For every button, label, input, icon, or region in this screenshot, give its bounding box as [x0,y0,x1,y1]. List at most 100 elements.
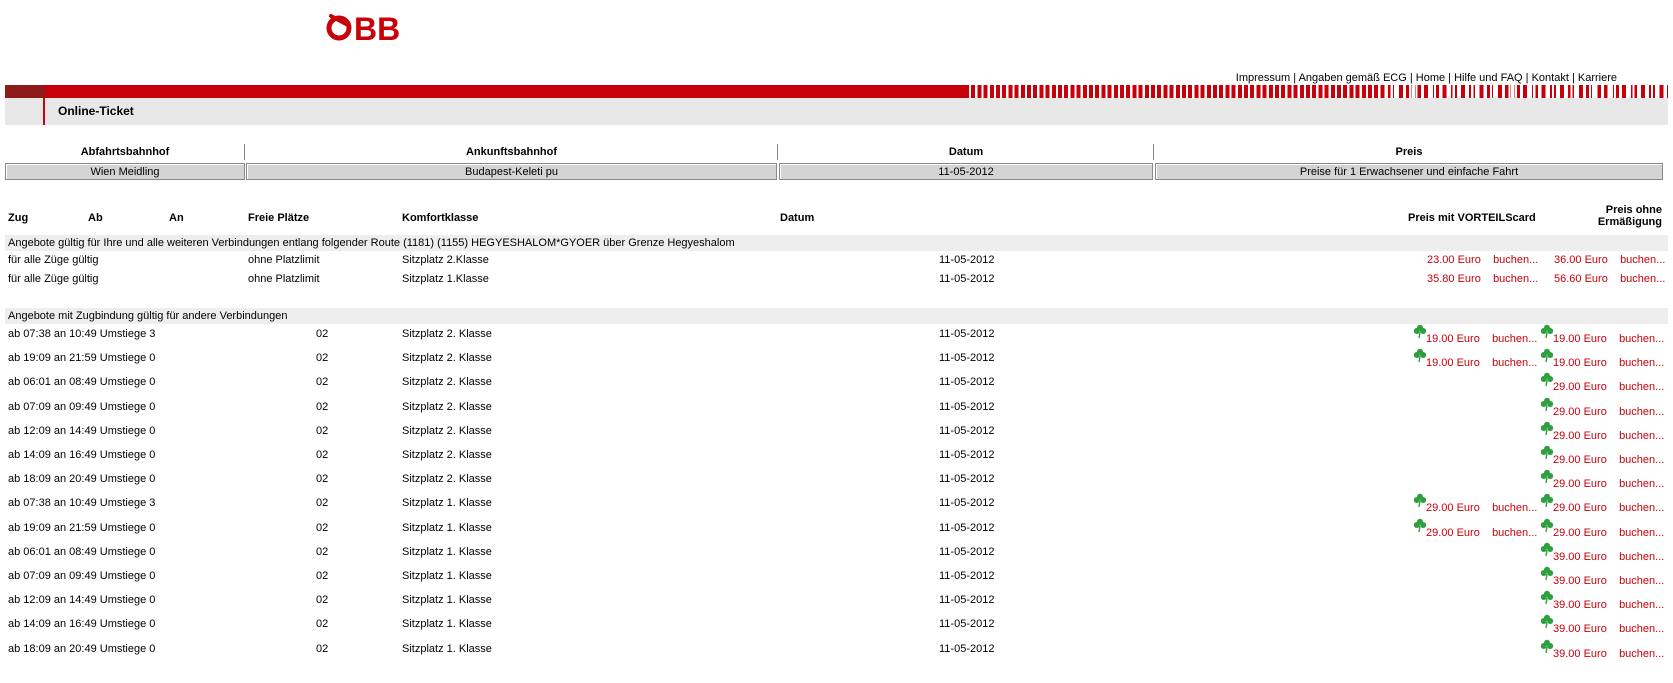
date: 11-05-2012 [939,254,995,266]
header-date: Datum [948,146,984,158]
date: 11-05-2012 [939,570,995,582]
price-standard: 36.00 Euro buchen... [1554,254,1666,266]
price-vorteilscard: 19.00 Euro buchen... [1413,324,1537,345]
date: 11-05-2012 [939,521,995,534]
book-standard-link[interactable]: buchen... [1619,648,1664,660]
clover-icon [1540,518,1554,532]
price-vorteilscard: 29.00 Euro buchen... [1413,494,1537,514]
book-standard-link[interactable]: buchen... [1619,502,1664,514]
train-info: ab 07:38 an 10:49 Umstiege 3 [8,328,156,340]
table-row: ab 07:38 an 10:49 Umstiege 3 02 Sitzplatz … [0,493,1673,515]
book-vorteil-link[interactable]: buchen... [1492,502,1537,514]
date: 11-05-2012 [939,376,995,389]
free-seats: 02 [316,570,329,582]
free-seats: 02 [316,473,329,486]
book-standard-link[interactable]: buchen... [1619,478,1664,490]
book-standard-link[interactable]: buchen... [1619,381,1664,393]
price-standard: 56.60 Euro buchen... [1554,272,1666,285]
link-karriere[interactable]: Karriere [1578,72,1617,84]
price-standard: 39.00 Euro buchen... [1540,566,1664,587]
link-faq[interactable]: Hilfe und FAQ [1454,72,1522,84]
book-standard-link[interactable]: buchen... [1619,527,1664,539]
departure-station[interactable]: Wien Meidling [5,163,245,180]
col-freie-plaetze: Freie Plätze [248,212,310,224]
table-row: ab 14:09 an 16:49 Umstiege 0 02 Sitzplatz … [0,614,1673,636]
comfort-class: Sitzplatz 2. Klasse [402,376,492,389]
clover-icon [1540,421,1554,435]
book-standard-link[interactable]: buchen... [1619,575,1664,587]
free-seats: 02 [316,328,329,340]
link-home[interactable]: Home [1416,72,1445,84]
clover-icon [1540,445,1554,459]
book-standard-link[interactable]: buchen... [1620,273,1665,285]
date: 11-05-2012 [939,352,995,365]
table-row: ab 07:09 an 09:49 Umstiege 0 02 Sitzplatz … [0,397,1673,419]
price-standard: 19.00 Euro buchen... [1540,348,1664,369]
price-standard: 39.00 Euro buchen... [1540,542,1664,563]
comfort-class: Sitzplatz 2. Klasse [402,424,492,437]
link-ecg[interactable]: Angaben gemäß ECG [1299,72,1407,84]
clover-icon [1540,373,1554,387]
book-vorteil-link[interactable]: buchen... [1493,254,1538,266]
train-info: ab 19:09 an 21:59 Umstiege 0 [8,352,156,365]
book-vorteil-link[interactable]: buchen... [1493,273,1538,285]
book-standard-link[interactable]: buchen... [1619,406,1664,418]
book-standard-link[interactable]: buchen... [1619,623,1664,635]
header-price: Preis [1395,146,1423,158]
price-standard: 39.00 Euro buchen... [1540,639,1664,660]
clover-icon [1413,494,1427,508]
table-row: ab 12:09 an 14:49 Umstiege 0 02 Sitzplatz … [0,421,1673,443]
price-standard: 29.00 Euro buchen... [1540,518,1664,539]
book-standard-link[interactable]: buchen... [1619,599,1664,611]
table-row: für alle Züge gültig ohne Platzlimit Sitzp… [0,269,1673,291]
comfort-class: Sitzplatz 2. Klasse [402,400,492,413]
section-train-bound-offers: Angebote mit Zugbindung gültig für ander… [5,308,1668,324]
svg-text:BB: BB [354,11,400,46]
table-row: ab 18:09 an 20:49 Umstiege 0 02 Sitzplatz … [0,469,1673,491]
col-preis-vorteil: Preis mit VORTEILScard [1408,212,1536,224]
book-standard-link[interactable]: buchen... [1620,254,1665,266]
clover-icon [1540,397,1554,411]
book-standard-link[interactable]: buchen... [1619,551,1664,563]
clover-icon [1540,469,1554,484]
date: 11-05-2012 [939,424,995,437]
book-standard-link[interactable]: buchen... [1619,430,1664,442]
table-row: ab 19:09 an 21:59 Umstiege 0 02 Sitzplatz … [0,348,1673,370]
book-standard-link[interactable]: buchen... [1619,333,1664,345]
book-vorteil-link[interactable]: buchen... [1492,357,1537,369]
book-standard-link[interactable]: buchen... [1619,454,1664,466]
top-links: Impressum | Angaben gemäß ECG | Home | H… [1235,72,1617,84]
date: 11-05-2012 [939,545,995,558]
free-seats: 02 [316,400,329,413]
clover-icon [1413,518,1427,532]
comfort-class: Sitzplatz 1. Klasse [402,497,492,510]
col-ab: Ab [88,212,103,224]
col-zug: Zug [8,212,29,224]
clover-icon [1413,348,1427,363]
price-info[interactable]: Preise für 1 Erwachsener und einfache Fa… [1155,163,1663,180]
book-vorteil-link[interactable]: buchen... [1492,527,1537,539]
book-vorteil-link[interactable]: buchen... [1492,333,1537,345]
comfort-class: Sitzplatz 1. Klasse [402,618,492,631]
price-standard: 29.00 Euro buchen... [1540,373,1664,393]
book-standard-link[interactable]: buchen... [1619,357,1664,369]
comfort-class: Sitzplatz 1. Klasse [402,570,492,582]
clover-icon [1413,324,1427,338]
header-departure: Abfahrtsbahnhof [80,146,170,158]
arrival-station[interactable]: Budapest-Keleti pu [246,163,777,180]
price-vorteilscard: 19.00 Euro buchen... [1413,348,1537,369]
free-seats: 02 [316,424,329,437]
brand-stripe [5,85,1668,98]
col-datum: Datum [780,212,815,224]
col-preis-ohne: Preis ohne Ermäßigung [1597,204,1662,228]
obb-logo[interactable]: BB [326,10,410,46]
link-impressum[interactable]: Impressum [1236,72,1290,84]
clover-icon [1540,348,1554,363]
travel-date[interactable]: 11-05-2012 [779,163,1153,180]
date: 11-05-2012 [939,594,995,607]
link-kontakt[interactable]: Kontakt [1532,72,1569,84]
free-seats: 02 [316,642,329,655]
section-route-offers: Angebote gültig für Ihre und alle weiter… [5,235,1668,251]
price-standard: 39.00 Euro buchen... [1540,590,1664,611]
comfort-class: Sitzplatz 2. Klasse [402,328,492,340]
